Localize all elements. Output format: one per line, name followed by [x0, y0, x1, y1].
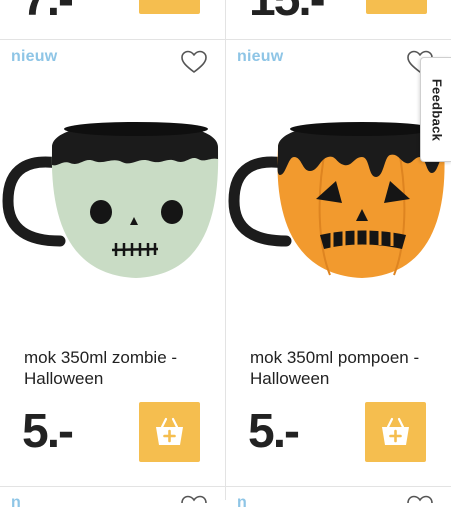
new-badge: nieuw [11, 48, 58, 65]
product-price: 5.- [248, 405, 300, 458]
heart-outline-icon[interactable] [180, 49, 208, 75]
top-left-price-partial: 7.- [22, 0, 72, 27]
feedback-tab[interactable]: Feedback [420, 57, 451, 162]
top-right-add-to-cart-button[interactable] [366, 0, 427, 14]
product-title[interactable]: mok 350ml pompoen - Halloween [250, 347, 435, 389]
product-title[interactable]: mok 350ml zombie - Halloween [24, 347, 209, 389]
zombie-mug-image[interactable] [0, 115, 225, 285]
product-card-zombie-mug[interactable]: nieuw mok 350ml zombie - Halloween 5.- [0, 39, 225, 486]
top-left-add-to-cart-button[interactable] [139, 0, 200, 14]
feedback-label: Feedback [429, 78, 444, 141]
heart-outline-icon[interactable] [406, 494, 434, 504]
heart-outline-icon[interactable] [180, 494, 208, 504]
bottom-right-badge-partial: n [237, 494, 247, 511]
row-divider-bottom [0, 486, 451, 487]
add-to-cart-button[interactable] [139, 402, 200, 462]
top-right-price-partial: 15.- [249, 0, 324, 27]
product-card-pumpkin-mug[interactable]: nieuw mok 350ml pompoen - Halloween 5.- [226, 39, 451, 486]
pumpkin-mug-image[interactable] [226, 115, 451, 285]
new-badge: nieuw [237, 48, 284, 65]
product-grid: 7.- 15.- nieuw [0, 0, 451, 511]
bottom-left-badge-partial: n [11, 494, 21, 511]
add-to-cart-button[interactable] [365, 402, 426, 462]
basket-plus-icon [156, 417, 183, 445]
basket-plus-icon [382, 417, 409, 445]
product-price: 5.- [22, 405, 74, 458]
